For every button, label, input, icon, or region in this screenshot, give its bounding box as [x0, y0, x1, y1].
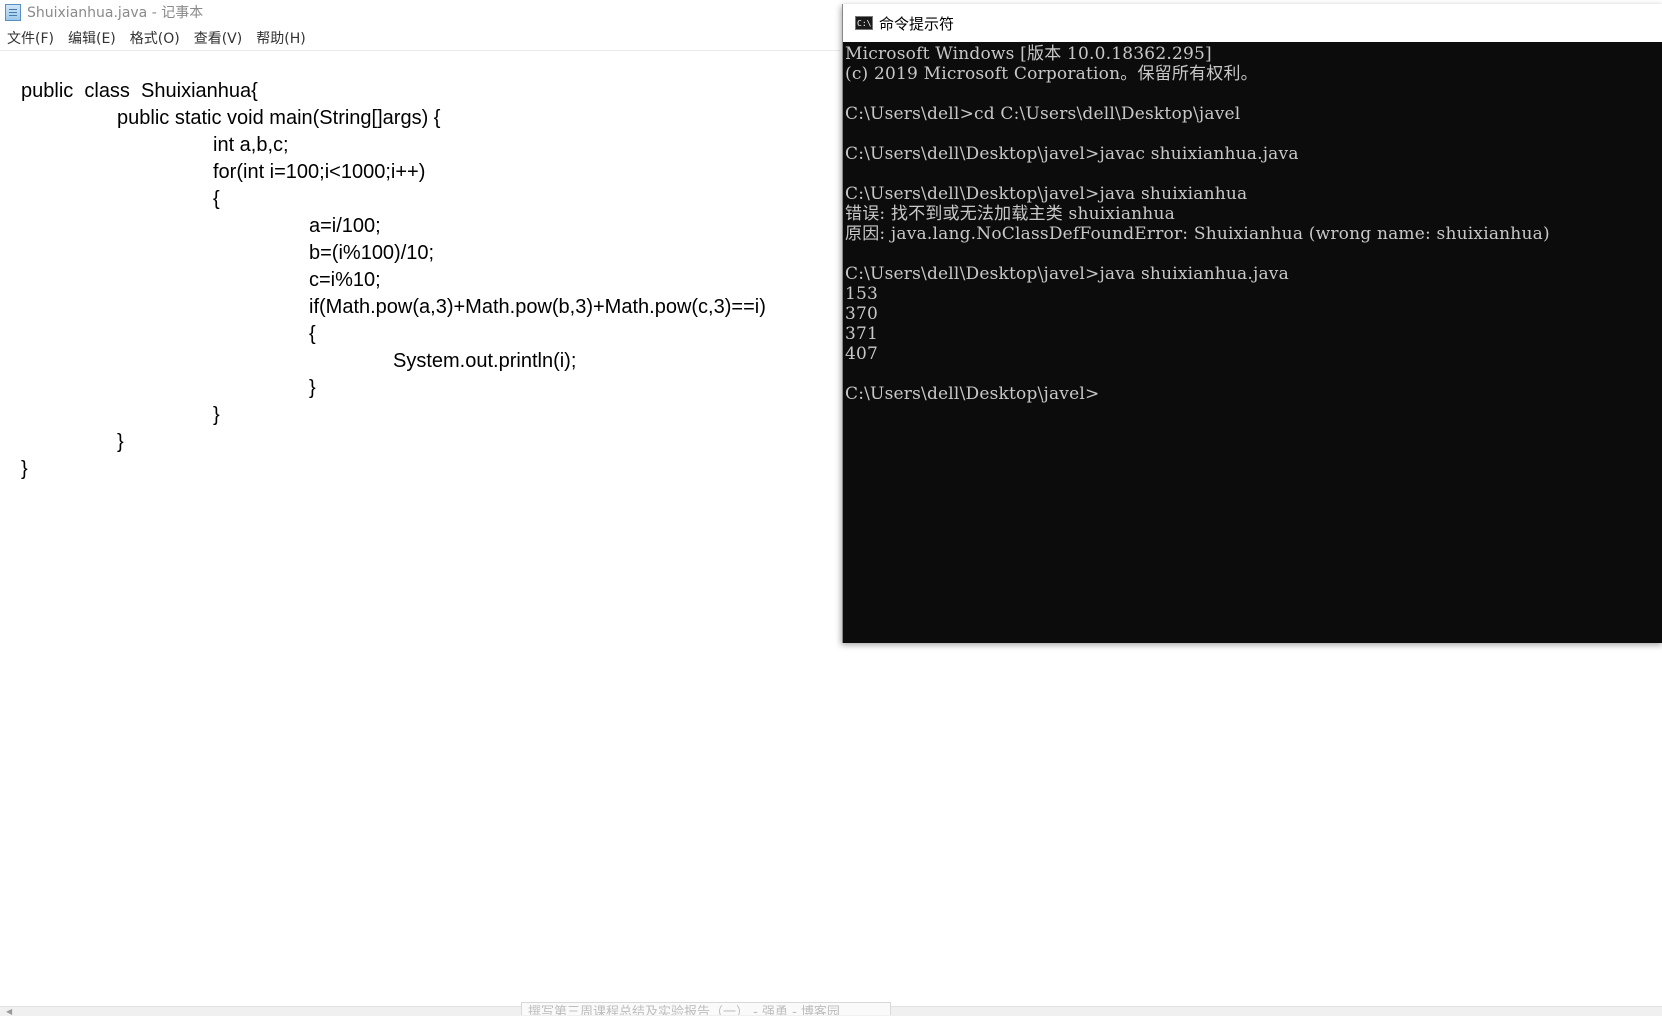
- console-line: 370: [845, 304, 879, 324]
- console-line: C:\Users\dell\Desktop\javel>java shuixia…: [845, 184, 1248, 204]
- console-line: Microsoft Windows [版本 10.0.18362.295]: [845, 44, 1212, 64]
- code-line: }: [309, 377, 316, 399]
- menu-file[interactable]: 文件(F): [7, 28, 54, 48]
- menu-edit[interactable]: 编辑(E): [68, 28, 116, 48]
- code-line: int a,b,c;: [213, 134, 289, 156]
- taskbar-tooltip: 撰写第三周课程总结及实验报告（一） - 强勇 - 博客园: [521, 1002, 891, 1015]
- cmd-window[interactable]: C:\ 命令提示符 Microsoft Windows [版本 10.0.183…: [842, 4, 1662, 643]
- console-line: 407: [845, 344, 879, 364]
- console-line: C:\Users\dell\Desktop\javel>javac shuixi…: [845, 144, 1299, 164]
- console-line: C:\Users\dell\Desktop\javel>java shuixia…: [845, 264, 1289, 284]
- notepad-menubar: 文件(F) 编辑(E) 格式(O) 查看(V) 帮助(H): [0, 27, 320, 49]
- code-line: b=(i%100)/10;: [309, 242, 435, 264]
- notepad-text-area[interactable]: public class Shuixianhua{ public static v…: [21, 78, 841, 483]
- console-line: 371: [845, 324, 879, 344]
- menu-divider: [0, 50, 840, 51]
- console-line: C:\Users\dell>cd C:\Users\dell\Desktop\j…: [845, 104, 1241, 124]
- code-line: System.out.println(i);: [393, 350, 577, 372]
- notepad-icon: [5, 3, 21, 21]
- console-line: (c) 2019 Microsoft Corporation。保留所有权利。: [845, 64, 1258, 84]
- cmd-console[interactable]: Microsoft Windows [版本 10.0.18362.295] (c)…: [845, 44, 1661, 641]
- cmd-titlebar[interactable]: C:\ 命令提示符: [843, 4, 1662, 42]
- cmd-icon: C:\: [855, 16, 873, 30]
- code-line: }: [21, 458, 28, 480]
- code-line: for(int i=100;i<1000;i++): [213, 161, 426, 183]
- code-line: }: [117, 431, 124, 453]
- console-line: 153: [845, 284, 879, 304]
- code-line: c=i%10;: [309, 269, 381, 291]
- console-line: C:\Users\dell\Desktop\javel>: [845, 384, 1100, 404]
- code-line: a=i/100;: [309, 215, 381, 237]
- console-line: 原因: java.lang.NoClassDefFoundError: Shui…: [845, 224, 1550, 244]
- notepad-titlebar[interactable]: Shuixianhua.java - 记事本: [0, 0, 840, 24]
- menu-format[interactable]: 格式(O): [130, 28, 180, 48]
- code-line: {: [213, 188, 220, 210]
- console-line: 错误: 找不到或无法加载主类 shuixianhua: [845, 204, 1175, 224]
- menu-view[interactable]: 查看(V): [194, 28, 243, 48]
- cmd-title: 命令提示符: [879, 14, 955, 33]
- code-line: {: [309, 323, 316, 345]
- code-line: public class Shuixianhua{: [21, 80, 258, 102]
- menu-help[interactable]: 帮助(H): [256, 28, 305, 48]
- code-line: public static void main(String[]args) {: [117, 107, 441, 129]
- code-line: }: [213, 404, 220, 426]
- code-line: if(Math.pow(a,3)+Math.pow(b,3)+Math.pow(…: [309, 296, 766, 318]
- notepad-title: Shuixianhua.java - 记事本: [27, 5, 204, 21]
